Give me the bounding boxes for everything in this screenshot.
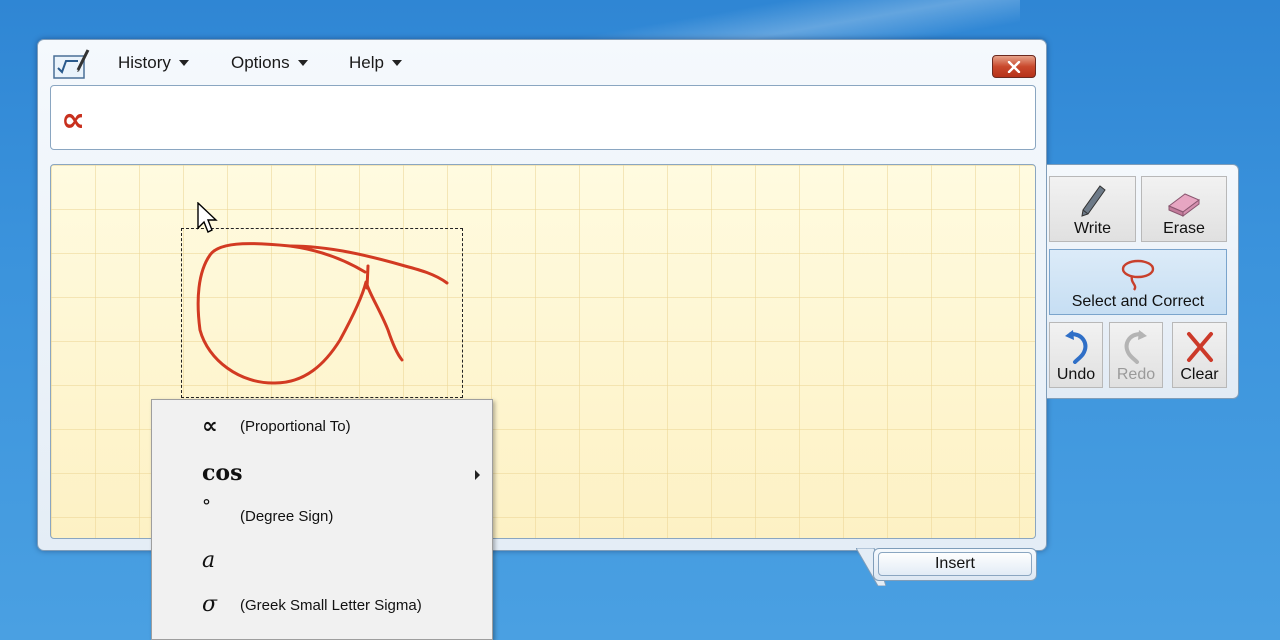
context-menu-item-submenu[interactable]: cos (152, 450, 492, 494)
chevron-right-icon (475, 470, 480, 480)
redo-button[interactable]: Redo (1109, 322, 1163, 388)
menu-item-description: (Proportional To) (240, 418, 351, 435)
menu-item-description: (Degree Sign) (240, 508, 334, 525)
menu-item-glyph: ° (202, 496, 211, 517)
undo-button[interactable]: Undo (1049, 322, 1103, 388)
context-menu-item[interactable]: σ (Greek Small Letter Sigma) (152, 586, 492, 630)
context-menu-item[interactable]: a (152, 540, 492, 584)
lasso-icon (1121, 259, 1155, 291)
eraser-icon (1168, 193, 1200, 217)
clear-x-icon (1186, 332, 1213, 362)
undo-icon (1065, 330, 1088, 364)
context-menu-item[interactable]: ∝ (Proportional To) (152, 406, 492, 450)
menu-item-glyph: ∝ (202, 414, 218, 439)
pen-icon (1080, 185, 1106, 217)
menu-item-glyph: σ (202, 592, 218, 617)
redo-label: Redo (1116, 366, 1156, 383)
menu-item-glyph: a (202, 548, 216, 573)
clear-button[interactable]: Clear (1172, 322, 1227, 388)
select-and-correct-button[interactable]: Select and Correct (1049, 249, 1227, 315)
tool-panel: Write Erase Select and Correct Undo Redo (1046, 164, 1239, 399)
menu-item-glyph: cos (202, 460, 243, 486)
erase-button[interactable]: Erase (1141, 176, 1227, 242)
insert-button-container: Insert (873, 548, 1037, 581)
context-menu-item[interactable]: ° (Degree Sign) (152, 494, 492, 538)
select-and-correct-label: Select and Correct (1071, 293, 1205, 310)
menu-item-description: (Greek Small Letter Sigma) (240, 597, 422, 614)
correction-context-menu: ∝ (Proportional To) cos ° (Degree Sign) … (151, 399, 493, 640)
write-button[interactable]: Write (1049, 176, 1136, 242)
undo-label: Undo (1056, 366, 1096, 383)
insert-button[interactable]: Insert (878, 552, 1032, 576)
erase-label: Erase (1163, 220, 1205, 237)
insert-label: Insert (934, 555, 975, 572)
mouse-cursor-icon (197, 202, 218, 233)
redo-icon (1124, 330, 1147, 364)
clear-label: Clear (1180, 366, 1219, 383)
write-label: Write (1073, 220, 1112, 237)
